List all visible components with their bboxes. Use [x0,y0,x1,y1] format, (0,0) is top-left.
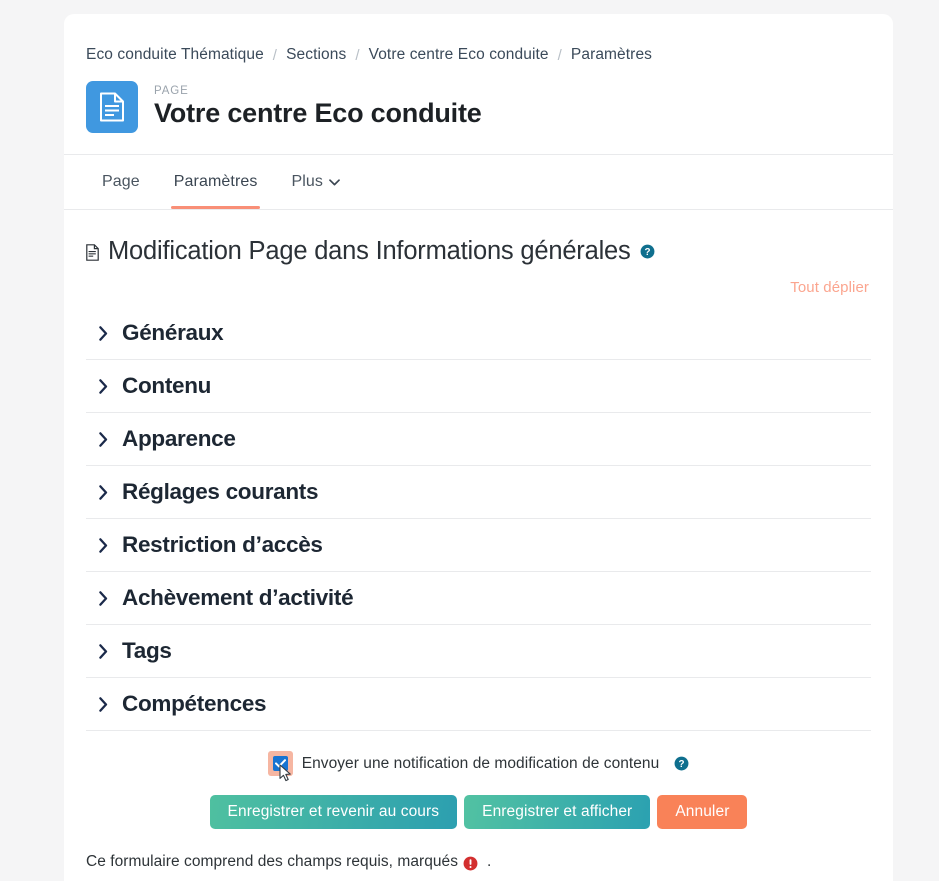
section-restriction-acces[interactable]: Restriction d’accès [86,519,871,573]
breadcrumb-item-sections[interactable]: Sections [286,46,346,64]
chevron-right-icon [99,378,108,394]
help-circle-icon[interactable]: ? [640,244,655,259]
breadcrumb-item-course[interactable]: Eco conduite Thématique [86,46,264,64]
breadcrumb-separator: / [557,46,562,64]
section-label: Compétences [122,691,267,717]
chevron-right-icon [99,643,108,659]
page-header: PAGE Votre centre Eco conduite [86,81,871,154]
chevron-right-icon [99,590,108,606]
section-label: Achèvement d’activité [122,585,354,611]
notification-checkbox[interactable] [267,751,293,782]
breadcrumb-item-settings: Paramètres [570,46,653,63]
required-fields-note: Ce formulaire comprend des champs requis… [86,853,871,881]
required-fields-note-period: . [487,853,492,871]
page-title-heading: Modification Page dans Informations géné… [108,237,631,265]
chevron-right-icon [99,325,108,341]
tab-plus[interactable]: Plus [274,155,357,209]
notification-checkbox-row: Envoyer une notification de modification… [86,751,871,782]
section-reglages-courants[interactable]: Réglages courants [86,466,871,520]
expand-all-link[interactable]: Tout déplier [790,279,869,296]
section-label: Contenu [122,373,212,399]
page-card: Eco conduite Thématique / Sections / Vot… [64,14,893,881]
notification-checkbox-label: Envoyer une notification de modification… [301,754,660,772]
chevron-right-icon [99,537,108,553]
section-contenu[interactable]: Contenu [86,360,871,414]
breadcrumb: Eco conduite Thématique / Sections / Vot… [86,14,871,64]
svg-text:?: ? [644,246,650,257]
chevron-right-icon [99,696,108,712]
chevron-right-icon [99,431,108,447]
chevron-down-icon [329,177,340,189]
breadcrumb-item-page[interactable]: Votre centre Eco conduite [369,46,549,64]
cancel-button[interactable]: Annuler [657,795,748,830]
page-type-kicker: PAGE [154,85,189,98]
section-generaux[interactable]: Généraux [86,307,871,361]
section-label: Généraux [122,320,224,346]
page-document-icon [86,81,138,133]
svg-text:?: ? [679,759,685,770]
form-action-buttons: Enregistrer et revenir au cours Enregist… [86,795,871,830]
section-achevement-activite[interactable]: Achèvement d’activité [86,572,871,626]
required-fields-note-text: Ce formulaire comprend des champs requis… [86,853,459,871]
page-title: Votre centre Eco conduite [154,98,482,129]
tab-plus-label: Plus [291,173,324,190]
section-label: Apparence [122,426,236,452]
section-label: Réglages courants [122,479,319,505]
required-exclamation-icon [463,856,478,871]
tab-bar: Page Paramètres Plus [64,154,893,210]
form-heading: Modification Page dans Informations géné… [86,237,871,265]
help-circle-icon[interactable]: ? [674,756,689,771]
breadcrumb-separator: / [355,46,360,64]
tab-page[interactable]: Page [86,155,157,209]
section-label: Restriction d’accès [122,532,323,558]
checkbox-checked-box [272,756,288,772]
section-competences[interactable]: Compétences [86,678,871,732]
section-apparence[interactable]: Apparence [86,413,871,467]
section-tags[interactable]: Tags [86,625,871,679]
tab-page-label: Page [102,173,140,190]
chevron-right-icon [99,484,108,500]
save-and-display-button[interactable]: Enregistrer et afficher [464,795,651,830]
settings-section-list: Généraux Contenu Apparence Réglages cour… [86,307,871,732]
document-small-icon [86,243,99,261]
section-label: Tags [122,638,172,664]
breadcrumb-separator: / [272,46,278,64]
tab-parametres[interactable]: Paramètres [157,155,275,209]
save-and-return-button[interactable]: Enregistrer et revenir au cours [209,795,458,830]
expand-all-row: Tout déplier [86,279,871,296]
tab-parametres-label: Paramètres [173,173,258,190]
